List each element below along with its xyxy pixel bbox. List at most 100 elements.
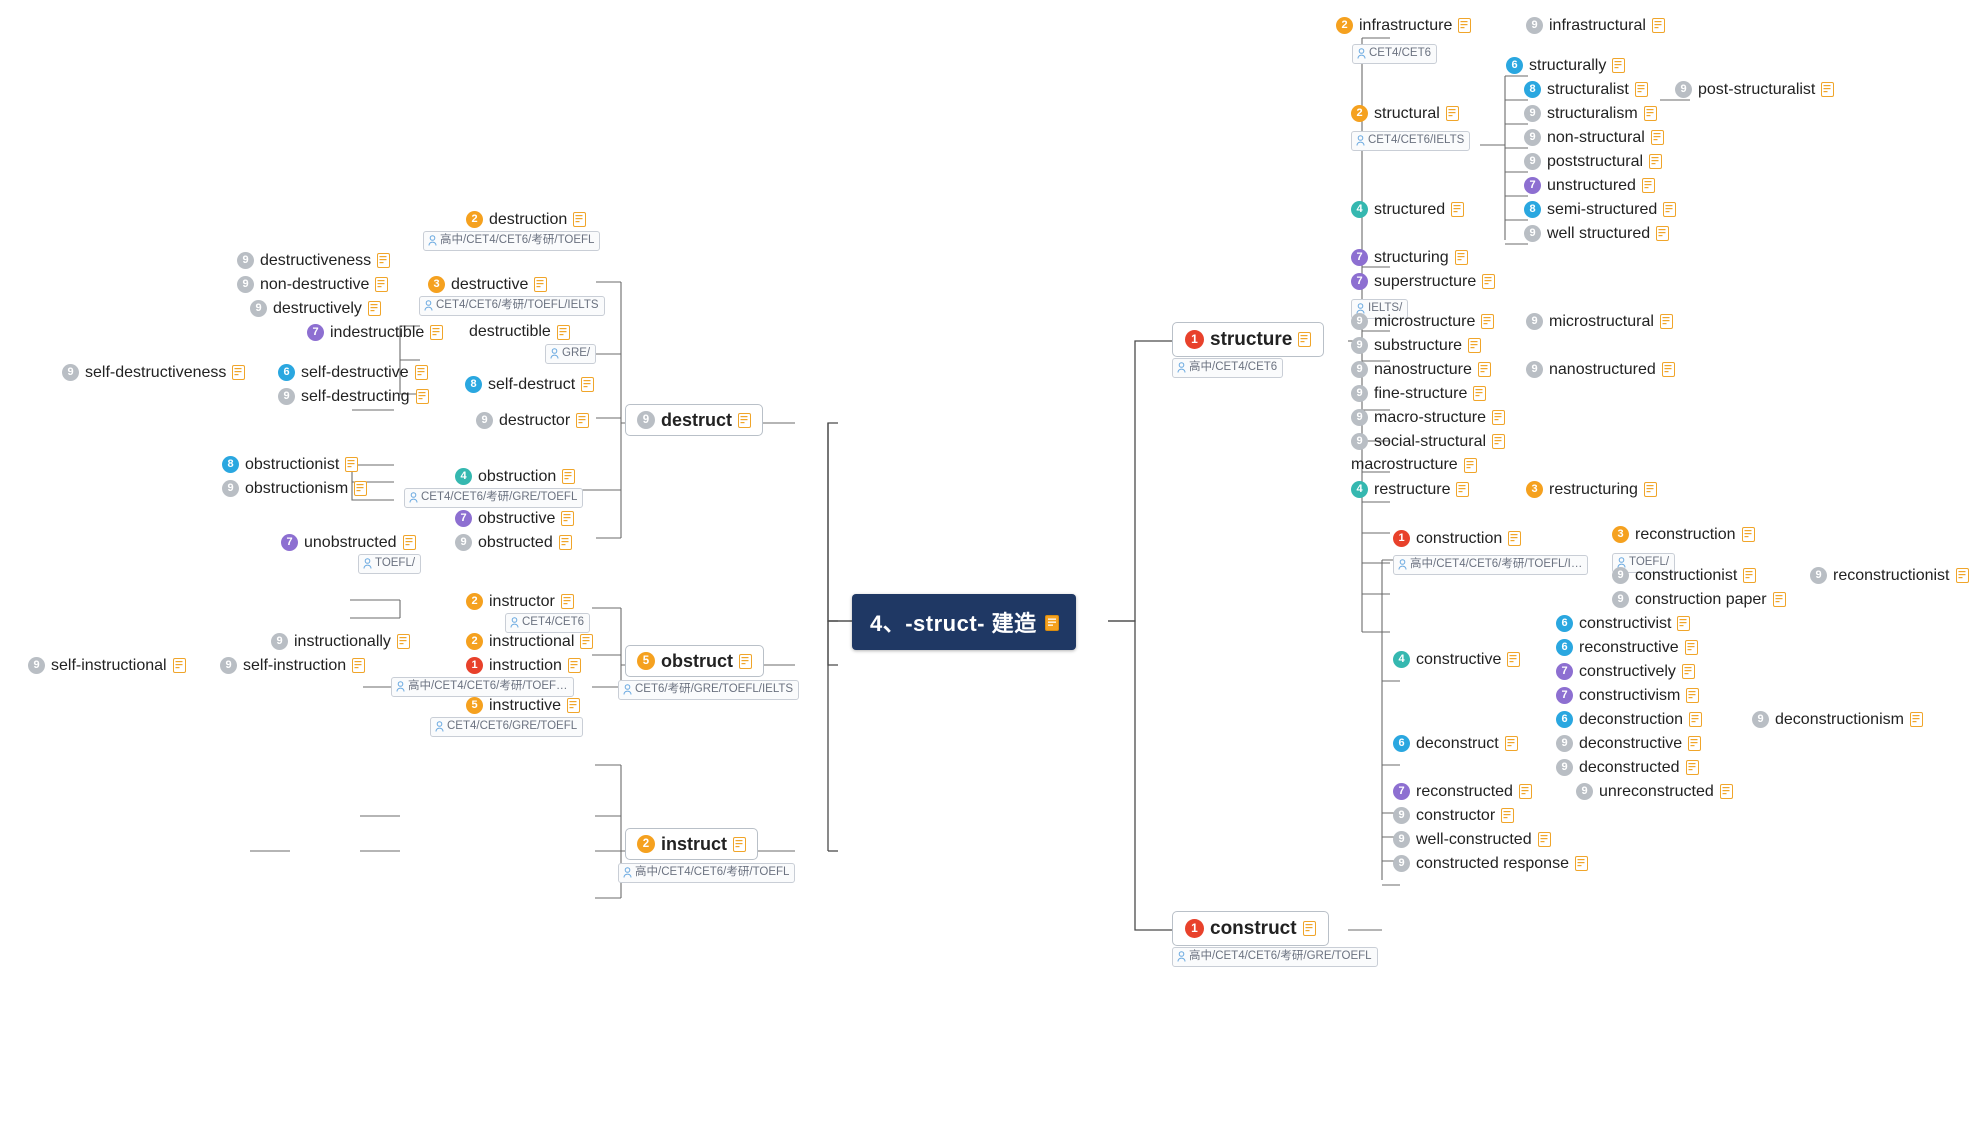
node-well-constructed[interactable]: 9 well-constructed (1393, 831, 1551, 848)
tag-label: CET4/CET6 (1369, 47, 1431, 59)
node-self-destructing[interactable]: 9 self-destructing (278, 388, 429, 405)
node-obstructive[interactable]: 7 obstructive (455, 510, 575, 527)
node-destruction[interactable]: 2 destruction (466, 211, 587, 228)
branch-obstruct[interactable]: 5 obstruct (625, 645, 764, 677)
note-icon (733, 836, 747, 852)
node-structuralism[interactable]: 9 structuralism (1524, 105, 1657, 122)
tag-obstr-tag1: CET4/CET6/考研/GRE/TOEFL (404, 488, 584, 508)
node-structural[interactable]: 2 structural (1351, 105, 1459, 122)
node-deconstructed[interactable]: 9 deconstructed (1556, 759, 1699, 776)
node-label: social-structural (1374, 432, 1487, 450)
node-macrostructure[interactable]: macrostructure (1351, 457, 1477, 473)
node-destructively[interactable]: 9 destructively (250, 300, 381, 317)
branch-instruct[interactable]: 2 instruct (625, 828, 759, 860)
note-icon (1537, 832, 1551, 847)
node-indestructible[interactable]: 7 indestructible (307, 324, 444, 341)
node-non-structural[interactable]: 9 non-structural (1524, 129, 1664, 146)
node-reconstructed[interactable]: 7 reconstructed (1393, 783, 1532, 800)
node-label: poststructural (1547, 152, 1644, 170)
note-icon (1689, 712, 1703, 727)
node-constructivist[interactable]: 6 constructivist (1556, 615, 1691, 632)
node-constructionist[interactable]: 9 constructionist (1612, 567, 1757, 584)
node-self-instruction[interactable]: 9 self-instruction (220, 657, 366, 674)
node-restructuring[interactable]: 3 restructuring (1526, 481, 1657, 498)
node-instruction[interactable]: 1 instruction (466, 657, 581, 674)
node-infrastructure[interactable]: 2 infrastructure (1336, 17, 1472, 34)
node-instructive[interactable]: 5 instructive (466, 697, 581, 714)
node-destructor[interactable]: 9 destructor (476, 412, 590, 429)
node-non-destructive[interactable]: 9 non-destructive (237, 276, 389, 293)
tag-label: 高中/CET4/CET6/考研/TOEFL (440, 234, 595, 246)
node-obstruction[interactable]: 4 obstruction (455, 468, 576, 485)
badge: 1 (1185, 919, 1204, 938)
node-label: instructor (489, 592, 555, 610)
note-icon (1741, 527, 1755, 542)
node-reconstructive[interactable]: 6 reconstructive (1556, 639, 1698, 656)
note-icon (414, 365, 428, 380)
node-structurally[interactable]: 6 structurally (1506, 57, 1626, 74)
node-obstructionism[interactable]: 9 obstructionism (222, 480, 368, 497)
node-destructiveness[interactable]: 9 destructiveness (237, 252, 391, 269)
node-macro-structure[interactable]: 9 macro-structure (1351, 409, 1506, 426)
node-instructionally[interactable]: 9 instructionally (271, 633, 410, 650)
node-reconstruction[interactable]: 3 reconstruction (1612, 526, 1755, 543)
node-constructed-response[interactable]: 9 constructed response (1393, 855, 1588, 872)
node-unobstructed[interactable]: 7 unobstructed (281, 534, 416, 551)
node-deconstructionism[interactable]: 9 deconstructionism (1752, 711, 1923, 728)
node-poststructural[interactable]: 9 poststructural (1524, 152, 1663, 170)
node-structured[interactable]: 4 structured (1351, 201, 1465, 218)
node-construction-paper[interactable]: 9 construction paper (1612, 591, 1786, 608)
node-semi-structured[interactable]: 8 semi-structured (1524, 201, 1677, 218)
node-superstructure[interactable]: 7 superstructure (1351, 273, 1496, 290)
node-constructor[interactable]: 9 constructor (1393, 807, 1515, 824)
badge: 9 (1526, 17, 1543, 34)
node-construction[interactable]: 1 construction (1393, 530, 1522, 547)
node-destructible[interactable]: destructible (469, 324, 570, 340)
node-unstructured[interactable]: 7 unstructured (1524, 177, 1655, 194)
node-well-structured[interactable]: 9 well structured (1524, 225, 1670, 242)
node-self-destruct[interactable]: 8 self-destruct (465, 376, 595, 393)
node-fine-structure[interactable]: 9 fine-structure (1351, 385, 1487, 402)
branch-destruct[interactable]: 9 destruct (625, 404, 764, 436)
node-label: structuralist (1547, 80, 1629, 98)
node-constructive[interactable]: 4 constructive (1393, 651, 1521, 668)
node-label: macrostructure (1351, 456, 1458, 473)
node-obstructionist[interactable]: 8 obstructionist (222, 456, 359, 473)
badge: 7 (1556, 663, 1573, 680)
node-instructional[interactable]: 2 instructional (466, 633, 594, 650)
node-deconstruction[interactable]: 6 deconstruction (1556, 711, 1703, 728)
node-reconstructionist[interactable]: 9 reconstructionist (1810, 567, 1969, 584)
node-microstructural[interactable]: 9 microstructural (1526, 313, 1673, 330)
node-social-structural[interactable]: 9 social-structural (1351, 432, 1506, 450)
node-structuralist[interactable]: 8 structuralist (1524, 81, 1648, 98)
node-substructure[interactable]: 9 substructure (1351, 337, 1482, 354)
node-instructor[interactable]: 2 instructor (466, 593, 574, 610)
node-nanostructure[interactable]: 9 nanostructure (1351, 361, 1491, 378)
node-self-instructional[interactable]: 9 self-instructional (28, 657, 186, 674)
badge: 5 (466, 697, 483, 714)
node-self-destructive[interactable]: 6 self-destructive (278, 364, 428, 381)
node-destructive[interactable]: 3 destructive (428, 276, 548, 293)
note-icon (1772, 592, 1786, 607)
node-obstructed[interactable]: 9 obstructed (455, 534, 572, 551)
branch-structure[interactable]: 1 structure (1172, 322, 1325, 357)
root-node[interactable]: 4、-struct- 建造 (852, 594, 1076, 650)
node-constructivism[interactable]: 7 constructivism (1556, 687, 1700, 704)
node-restructure[interactable]: 4 restructure (1351, 481, 1470, 498)
node-infrastructural[interactable]: 9 infrastructural (1526, 17, 1665, 34)
node-deconstruct[interactable]: 6 deconstruct (1393, 735, 1518, 752)
node-nanostructured[interactable]: 9 nanostructured (1526, 361, 1675, 378)
node-deconstructive[interactable]: 9 deconstructive (1556, 735, 1702, 752)
node-unreconstructed[interactable]: 9 unreconstructed (1576, 783, 1733, 800)
badge: 4 (1351, 201, 1368, 218)
node-self-destructiveness[interactable]: 9 self-destructiveness (62, 364, 246, 381)
branch-construct[interactable]: 1 construct (1172, 911, 1329, 946)
node-microstructure[interactable]: 9 microstructure (1351, 313, 1495, 330)
node-label: unreconstructed (1599, 782, 1714, 800)
badge: 2 (466, 211, 483, 228)
node-post-structuralist[interactable]: 9 post-structuralist (1675, 81, 1835, 98)
note-icon (1955, 568, 1969, 583)
note-icon (1454, 250, 1468, 265)
node-structuring[interactable]: 7 structuring (1351, 249, 1468, 266)
node-constructively[interactable]: 7 constructively (1556, 663, 1695, 680)
